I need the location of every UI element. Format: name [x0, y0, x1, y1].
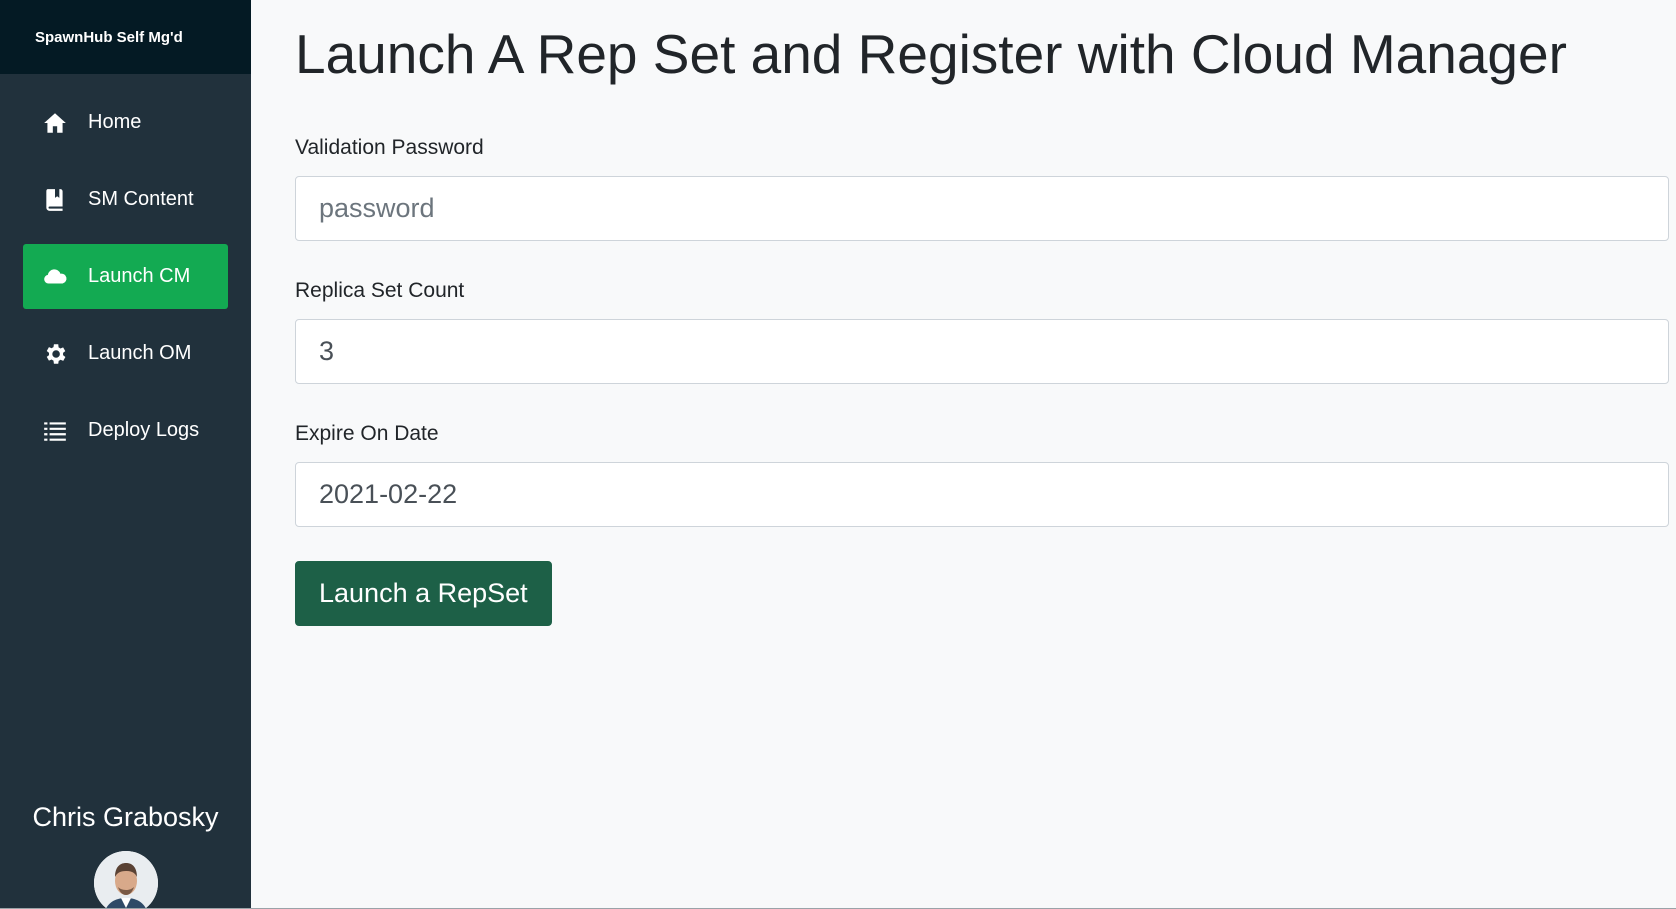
- launch-repset-button[interactable]: Launch a RepSet: [295, 561, 552, 626]
- sidebar-item-launch-cm[interactable]: Launch CM: [23, 244, 228, 309]
- list-icon: [41, 417, 69, 445]
- brand-title[interactable]: SpawnHub Self Mg'd: [0, 0, 251, 74]
- sidebar-item-label: Launch CM: [88, 265, 191, 287]
- home-icon: [41, 109, 69, 137]
- gear-icon: [41, 340, 69, 368]
- app-window: SpawnHub Self Mg'd Home SM Content Launc…: [0, 0, 1676, 909]
- user-profile: Chris Grabosky: [0, 802, 251, 909]
- profile-name: Chris Grabosky: [32, 802, 219, 832]
- sidebar-item-label: Deploy Logs: [88, 419, 200, 441]
- expire-on-date-input[interactable]: [295, 462, 1669, 527]
- replica-set-count-input[interactable]: [295, 319, 1669, 384]
- sidebar-item-launch-om[interactable]: Launch OM: [23, 321, 228, 386]
- main-content: Launch A Rep Set and Register with Cloud…: [251, 0, 1676, 909]
- sidebar: SpawnHub Self Mg'd Home SM Content Launc…: [0, 0, 251, 909]
- page-title: Launch A Rep Set and Register with Cloud…: [295, 23, 1567, 85]
- book-icon: [41, 186, 69, 214]
- launch-form: Validation Password Replica Set Count Ex…: [295, 136, 1676, 626]
- cloud-icon: [41, 263, 69, 291]
- sidebar-nav: Home SM Content Launch CM Launch OM Depl…: [0, 90, 251, 463]
- expire-on-date-label: Expire On Date: [295, 422, 439, 445]
- sidebar-item-label: SM Content: [88, 188, 194, 210]
- sidebar-item-home[interactable]: Home: [23, 90, 228, 155]
- validation-password-input[interactable]: [295, 176, 1669, 241]
- sidebar-item-label: Home: [88, 111, 142, 133]
- sidebar-item-label: Launch OM: [88, 342, 192, 364]
- validation-password-label: Validation Password: [295, 136, 484, 159]
- avatar[interactable]: [93, 851, 158, 909]
- sidebar-item-sm-content[interactable]: SM Content: [23, 167, 228, 232]
- sidebar-item-deploy-logs[interactable]: Deploy Logs: [23, 398, 228, 463]
- replica-set-count-label: Replica Set Count: [295, 279, 465, 302]
